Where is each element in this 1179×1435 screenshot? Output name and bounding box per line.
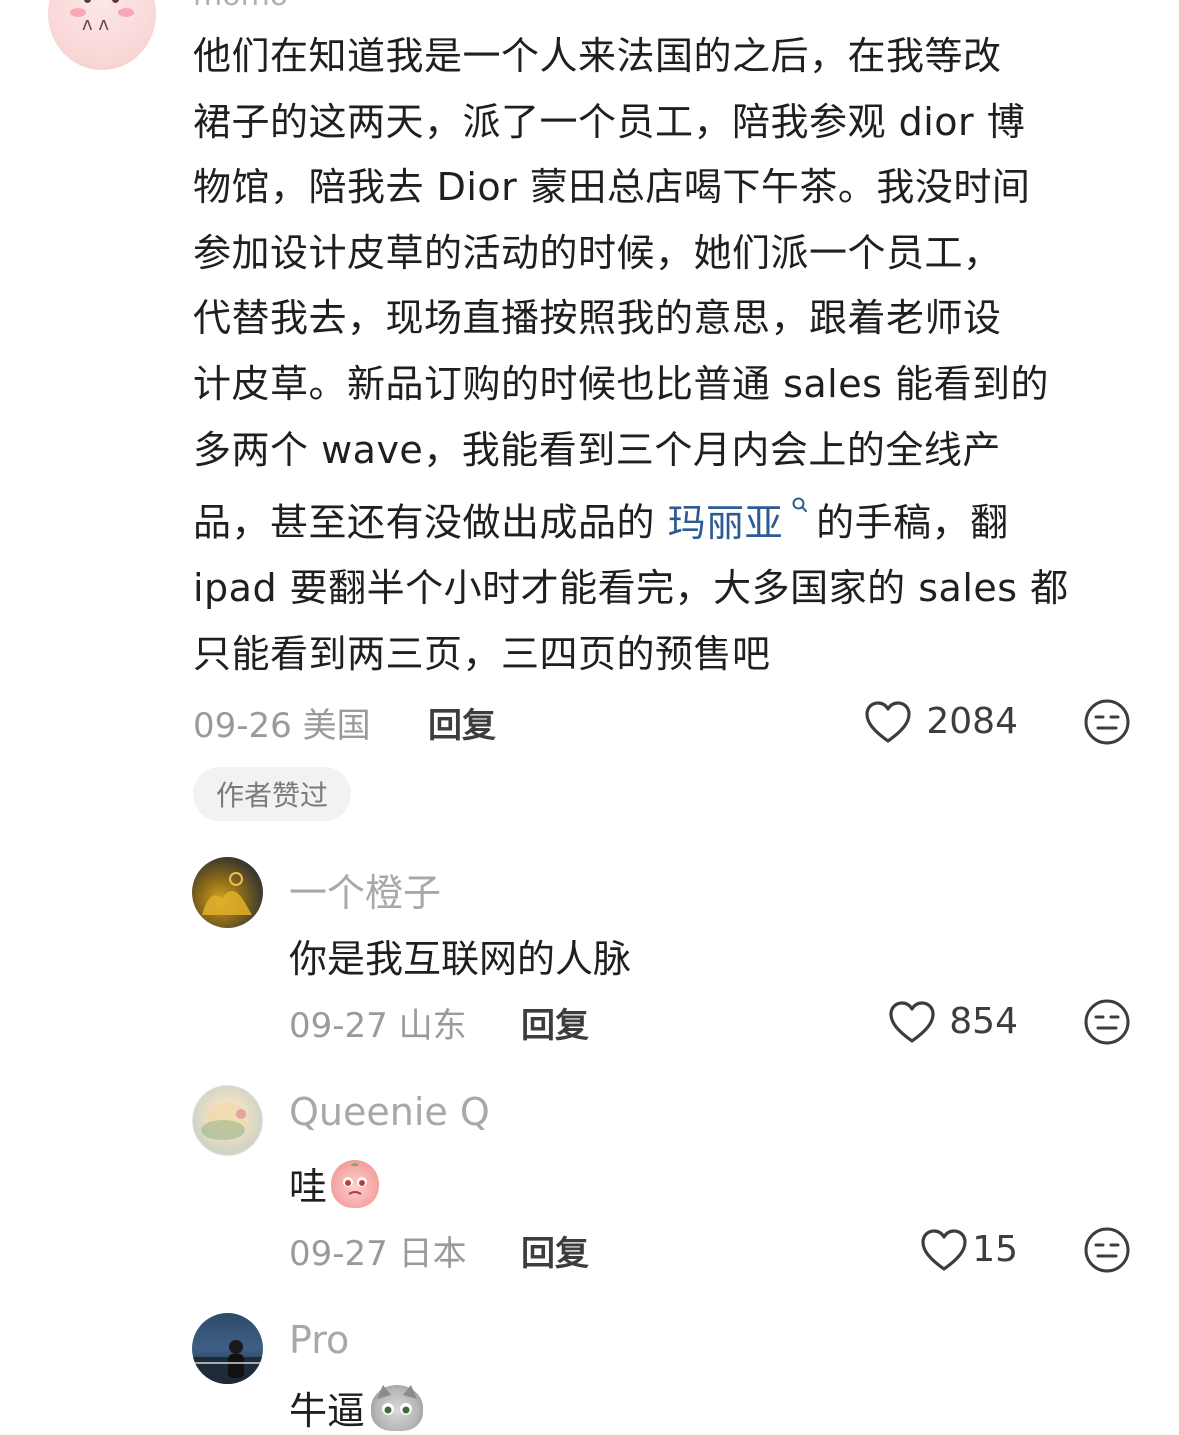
reply-date-location: 09-27 山东 <box>289 1006 467 1046</box>
reply-username[interactable]: Queenie Q <box>289 1090 490 1134</box>
comment-line: 裙子的这两天，派了一个员工，陪我参观 dior 博 <box>193 99 1026 144</box>
avatar-eye <box>84 0 91 3</box>
comment-username[interactable]: momo <box>193 0 288 13</box>
avatar-cheek <box>118 8 134 17</box>
avatar-hands: ʌ ʌ <box>82 14 110 35</box>
reply-button[interactable]: 回复 <box>521 1226 589 1275</box>
meh-face-icon[interactable] <box>1083 698 1131 750</box>
like-count: 2084 <box>926 701 1018 742</box>
reply-text: 牛逼 <box>289 1380 424 1435</box>
reply-text: 哇 <box>289 1156 380 1211</box>
reply-username[interactable]: 一个橙子 <box>289 862 441 917</box>
avatar[interactable] <box>192 1313 263 1384</box>
comment-line: 物馆，陪我去 Dior 蒙田总店喝下午茶。我没时间 <box>193 165 1031 210</box>
tag-label[interactable]: 玛丽亚 <box>668 501 784 545</box>
comment-line: 多两个 wave，我能看到三个月内会上的全线产 <box>193 427 1001 472</box>
avatar-eye <box>112 0 119 3</box>
comment-date-location: 09-26 美国 <box>193 706 371 746</box>
search-tag-link[interactable]: 玛丽亚 <box>668 497 817 545</box>
reply-text-content: 牛逼 <box>289 1389 366 1433</box>
search-icon <box>783 497 816 528</box>
comment-text-segment: 品，甚至还有没做出成品的 <box>193 500 668 545</box>
comment-line: ipad 要翻半个小时才能看完，大多国家的 sales 都 <box>193 566 1069 611</box>
meh-face-icon[interactable] <box>1083 1226 1131 1278</box>
avatar[interactable] <box>192 857 263 928</box>
reply-username[interactable]: Pro <box>289 1318 349 1362</box>
heart-outline-icon[interactable] <box>864 700 912 748</box>
comment-line: 他们在知道我是一个人来法国的之后，在我等改 <box>193 34 1002 78</box>
comment-line: 代替我去，现场直播按照我的意思，跟着老师设 <box>193 296 1002 341</box>
reply-text-content: 哇 <box>289 1165 328 1209</box>
comment-line: 只能看到两三页，三四页的预售吧 <box>193 632 771 676</box>
like-count: 15 <box>972 1229 1018 1270</box>
comment-line: 计皮草。新品订购的时候也比普通 sales 能看到的 <box>193 361 1049 406</box>
like-count: 854 <box>949 1001 1018 1042</box>
meh-face-icon[interactable] <box>1083 998 1131 1050</box>
comment-text-segment: 的手稿，翻 <box>816 500 1009 545</box>
reply-text: 你是我互联网的人脉 <box>289 937 632 981</box>
reply-date-location: 09-27 日本 <box>289 1234 467 1274</box>
comment-line: 参加设计皮草的活动的时候，她们派一个员工， <box>193 230 1002 275</box>
author-liked-badge: 作者赞过 <box>193 767 351 821</box>
reply-button[interactable]: 回复 <box>521 998 589 1047</box>
heart-outline-icon[interactable] <box>888 1000 936 1048</box>
cat-emoji <box>371 1384 424 1431</box>
avatar[interactable]: ʌ ʌ <box>48 0 156 70</box>
comment-line: 品，甚至还有没做出成品的 玛丽亚 的手稿，翻 <box>193 483 1133 556</box>
comment-text: 他们在知道我是一个人来法国的之后，在我等改 裙子的这两天，派了一个员工，陪我参观… <box>193 24 1133 688</box>
reply-button[interactable]: 回复 <box>428 698 496 747</box>
avatar[interactable] <box>192 1085 263 1156</box>
peach-emoji <box>331 1159 380 1208</box>
heart-outline-icon[interactable] <box>920 1228 968 1276</box>
